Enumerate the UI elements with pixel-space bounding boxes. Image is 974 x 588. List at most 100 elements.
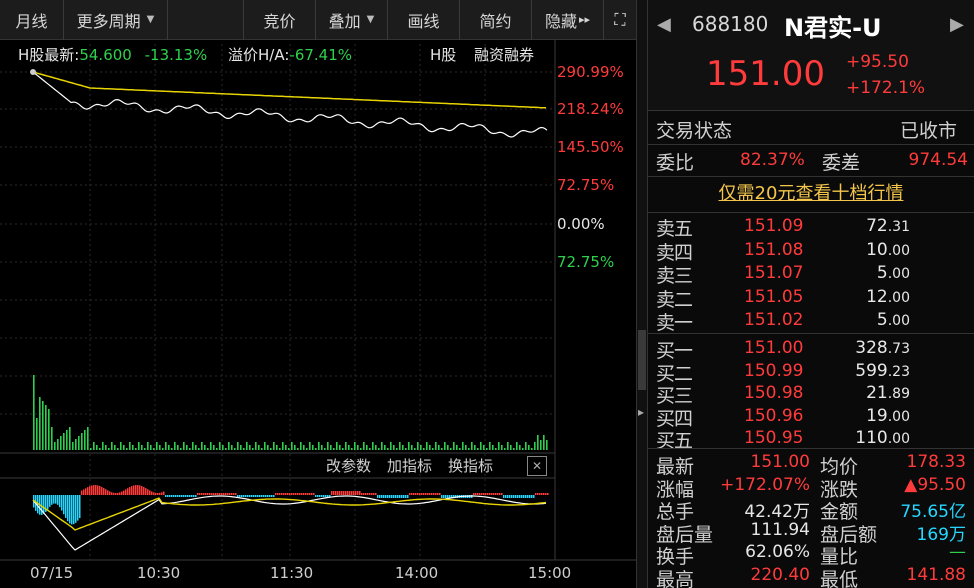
macd-bar <box>229 493 231 495</box>
macd-bar <box>233 493 235 495</box>
order-level-price[interactable]: 151.05 <box>744 287 814 307</box>
h-share-link[interactable]: H股 <box>430 44 456 65</box>
volume-bar <box>177 445 179 450</box>
macd-bar <box>339 491 341 495</box>
order-level-price[interactable]: 150.96 <box>744 406 814 426</box>
order-level-price[interactable]: 151.00 <box>744 338 814 358</box>
order-level-price[interactable]: 151.07 <box>744 263 814 283</box>
macd-bar <box>337 491 339 495</box>
macd-bar <box>99 485 101 495</box>
toolbar-btn-label: 简约 <box>479 11 512 31</box>
macd-bar <box>475 493 477 495</box>
macd-bar <box>61 495 63 511</box>
time-label-1: 07/15 <box>30 564 74 582</box>
macd-bar <box>327 495 329 497</box>
macd-bar <box>193 495 195 497</box>
toolbar-btn-5[interactable]: 简约 <box>460 0 532 40</box>
intraday-chart[interactable] <box>0 40 636 588</box>
macd-bar <box>363 493 365 495</box>
macd-bar <box>145 488 147 495</box>
macd-bar <box>503 495 505 498</box>
chart-canvas[interactable] <box>0 40 636 588</box>
volume-bar <box>84 430 86 450</box>
volume-bar <box>489 442 491 450</box>
macd-bar <box>545 493 547 495</box>
macd-bar <box>285 493 287 495</box>
order-level-price[interactable]: 151.02 <box>744 310 814 330</box>
volume-bar <box>252 448 254 450</box>
volume-bar <box>267 445 269 450</box>
macd-bar <box>255 495 257 497</box>
volume-bar <box>66 430 68 450</box>
order-level-price[interactable]: 150.99 <box>744 361 814 381</box>
pct-label-5: 0.00% <box>557 215 605 233</box>
indicator-toolbar: 改参数 加指标 换指标 <box>326 455 493 476</box>
macd-bar <box>373 493 375 495</box>
divider <box>648 110 974 111</box>
chart-start-marker <box>30 69 36 75</box>
toolbar-btn-2[interactable]: 竞价 <box>244 0 316 40</box>
volume-bar <box>60 436 62 450</box>
toolbar-btn-6[interactable]: 隐藏 ▸▸ <box>532 0 604 40</box>
toolbar-btn-4[interactable]: 画线 <box>388 0 460 40</box>
order-level-price[interactable]: 150.95 <box>744 428 814 448</box>
macd-bar <box>123 490 125 495</box>
stat-value: 141.88 <box>906 564 966 585</box>
macd-bar <box>221 493 223 495</box>
stat-value: 62.06% <box>745 542 810 562</box>
wei-cha-value: 974.54 <box>908 150 968 170</box>
volume-bar <box>459 448 461 450</box>
fullscreen-icon[interactable]: ⛶ <box>604 0 636 40</box>
splitter-handle[interactable] <box>638 330 646 390</box>
order-level-volume: 110.00 <box>846 428 910 448</box>
volume-bar <box>123 445 125 450</box>
macd-bar <box>165 495 167 497</box>
volume-bar <box>312 445 314 450</box>
volume-bar <box>435 442 437 450</box>
macd-bar <box>89 486 91 495</box>
volume-bar <box>390 442 392 450</box>
macd-bar <box>161 492 163 495</box>
order-level-price[interactable]: 150.98 <box>744 383 814 403</box>
volume-bar <box>81 433 83 450</box>
add-indicator-button[interactable]: 加指标 <box>387 455 432 476</box>
volume-bar <box>339 445 341 450</box>
toolbar-btn-1[interactable]: 更多周期 ▼ <box>64 0 168 40</box>
macd-bar <box>185 495 187 497</box>
volume-bar <box>132 445 134 450</box>
volume-bar <box>453 442 455 450</box>
macd-bar <box>297 493 299 495</box>
order-level-price[interactable]: 151.08 <box>744 240 814 260</box>
stat-value: ▲95.50 <box>904 474 966 495</box>
volume-bar <box>429 445 431 450</box>
macd-bar <box>511 495 513 498</box>
panel-splitter[interactable] <box>636 0 648 588</box>
macd-bar <box>97 485 99 495</box>
level2-promo-link[interactable]: 仅需20元查看十档行情 <box>648 178 974 212</box>
toolbar-btn-3[interactable]: 叠加 ▼ <box>316 0 388 40</box>
toolbar-btn-0[interactable]: 月线 <box>0 0 64 40</box>
macd-bar <box>105 489 107 495</box>
macd-bar <box>189 495 191 497</box>
macd-bar <box>157 492 159 495</box>
change-params-button[interactable]: 改参数 <box>326 455 371 476</box>
macd-bar <box>443 495 445 498</box>
volume-bar <box>414 448 416 450</box>
prev-stock-icon[interactable]: ◀ <box>657 14 671 35</box>
macd-bar <box>67 495 69 522</box>
close-indicator-icon[interactable]: ✕ <box>527 456 547 476</box>
switch-indicator-button[interactable]: 换指标 <box>448 455 493 476</box>
margin-trading-link[interactable]: 融资融券 <box>474 44 534 65</box>
time-label-3: 11:30 <box>270 564 314 582</box>
volume-bar <box>201 442 203 450</box>
macd-bar <box>407 495 409 498</box>
macd-bar <box>409 493 411 495</box>
next-stock-icon[interactable]: ▶ <box>950 14 964 35</box>
collapse-arrow-icon[interactable]: ▸ <box>638 405 646 419</box>
macd-bar <box>237 495 239 497</box>
volume-bar <box>126 448 128 450</box>
order-level-price[interactable]: 151.09 <box>744 216 814 236</box>
macd-bar <box>435 493 437 495</box>
macd-bar <box>307 493 309 495</box>
volume-bars <box>33 375 548 450</box>
